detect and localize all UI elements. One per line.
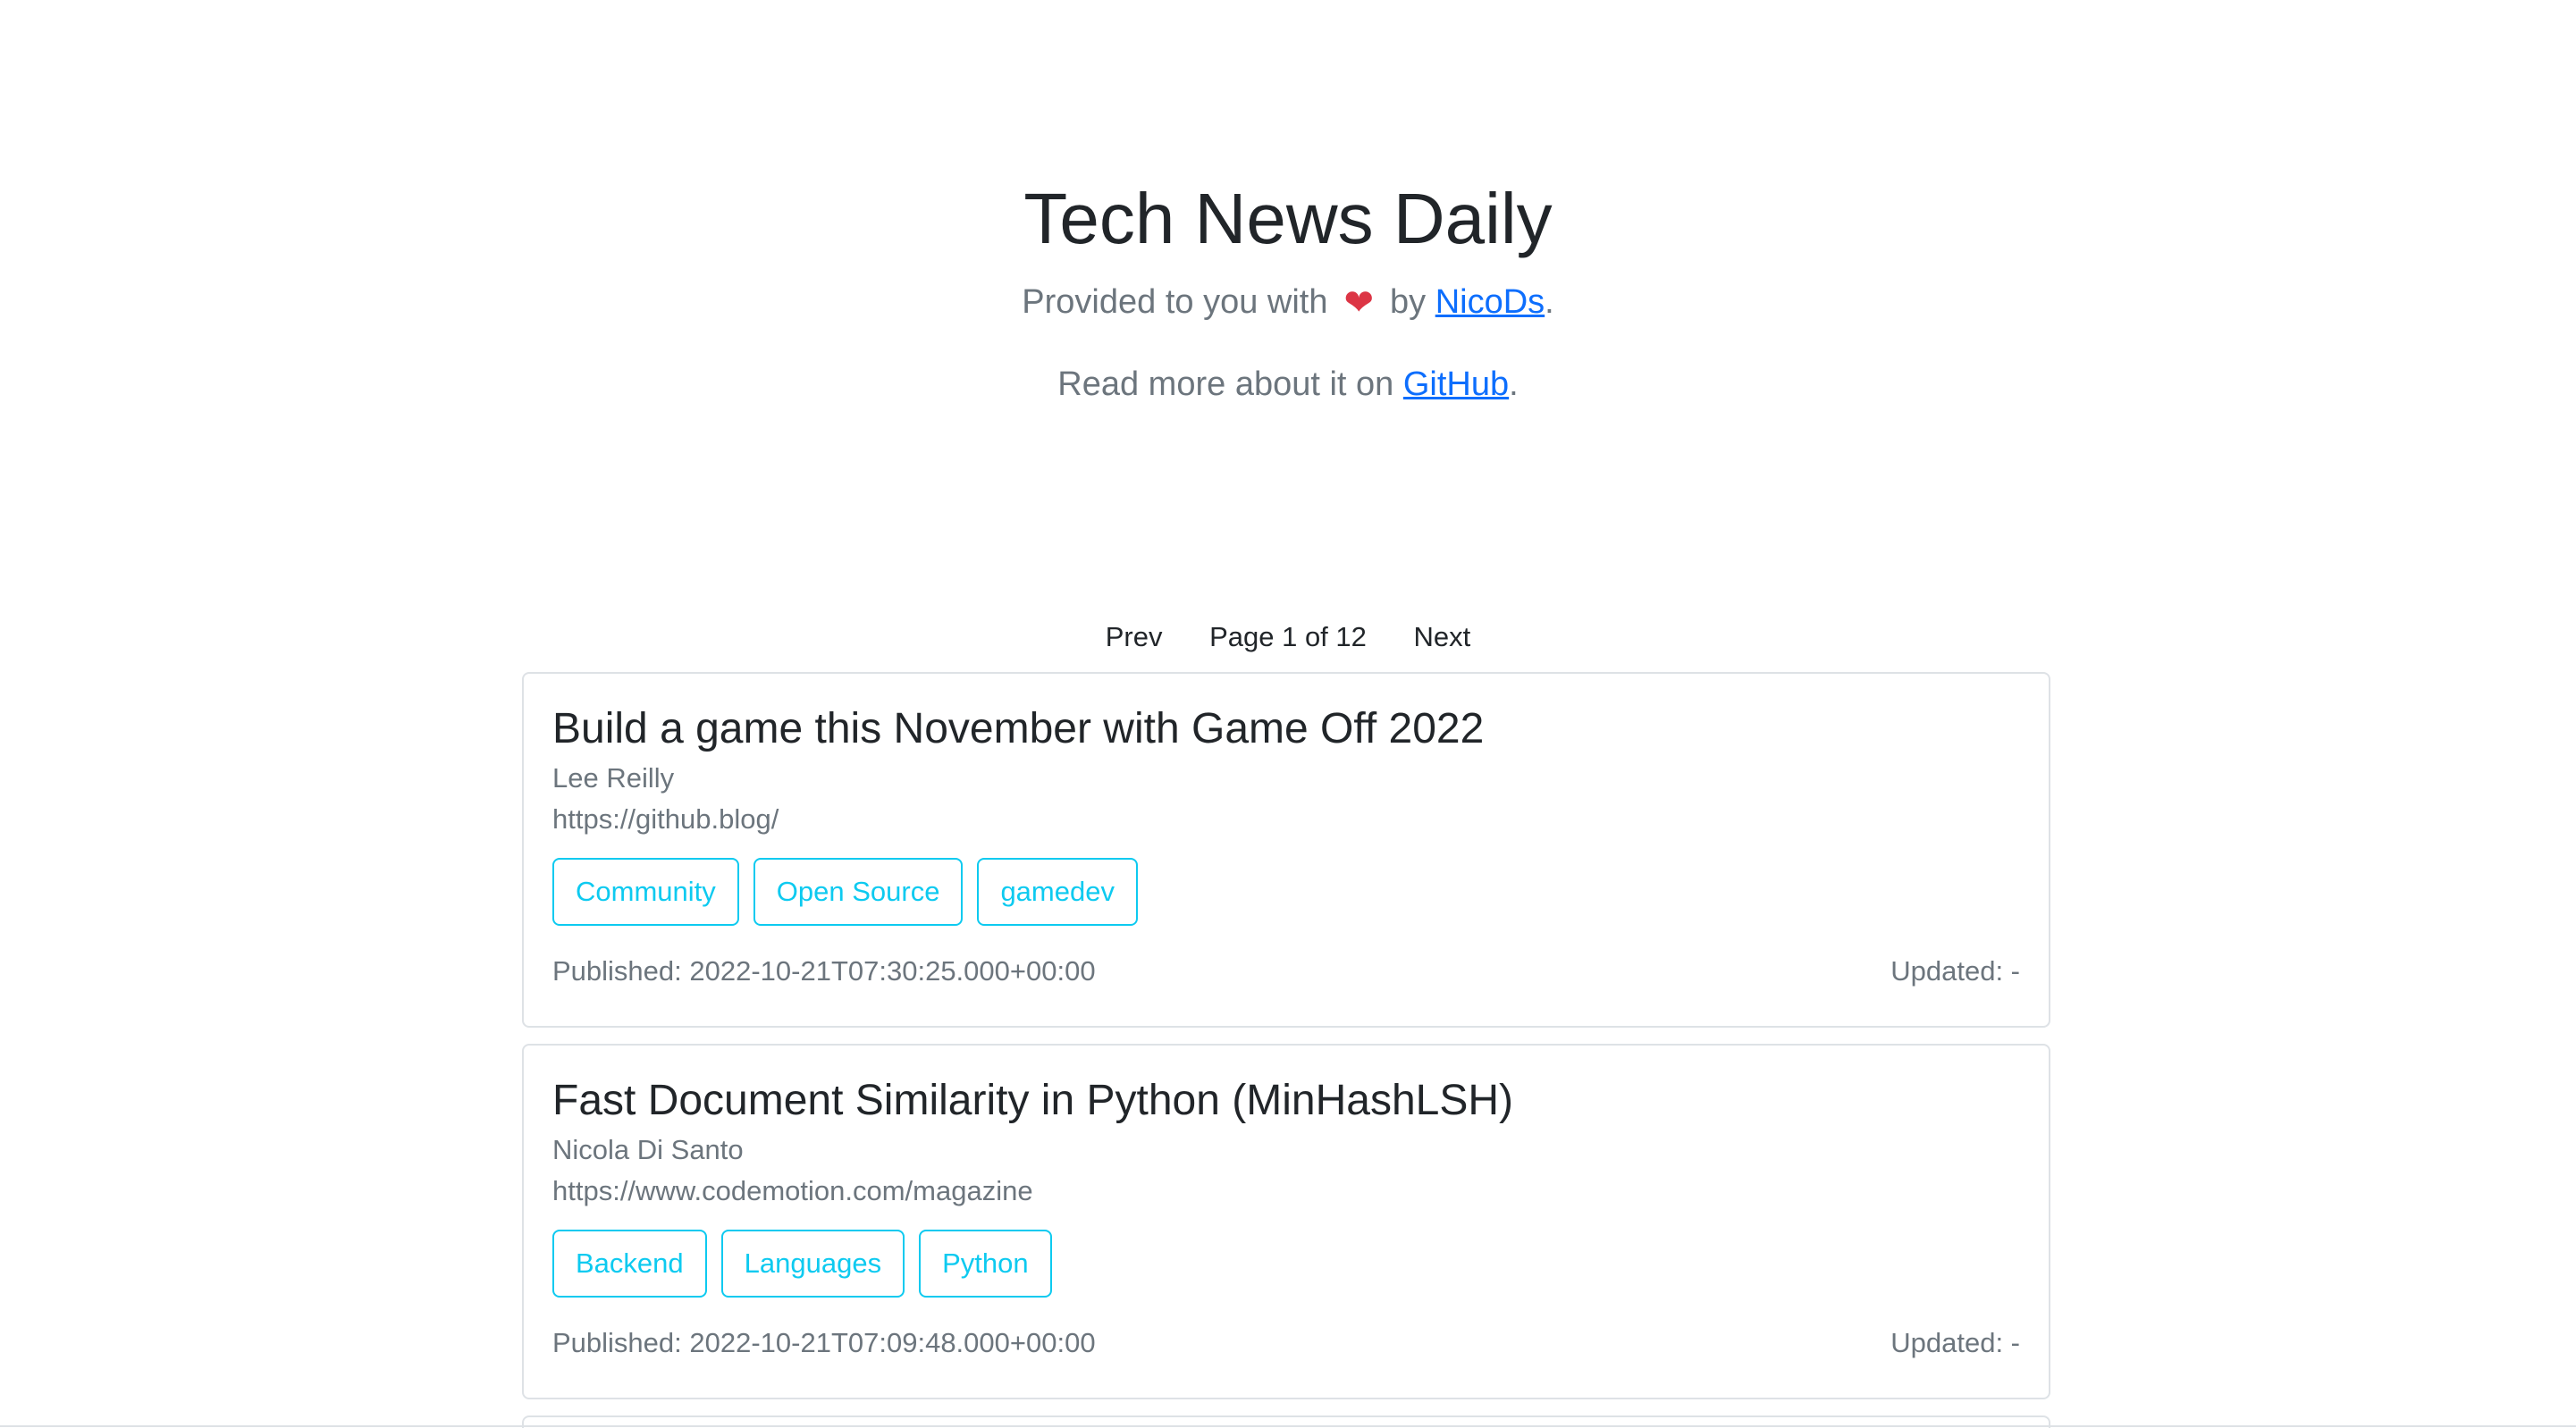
tag-button[interactable]: gamedev xyxy=(977,858,1138,926)
read-more-suffix: . xyxy=(1509,365,1519,403)
heart-icon: ❤ xyxy=(1343,283,1374,323)
provided-by-word: by xyxy=(1389,283,1427,321)
author-link[interactable]: NicoDs xyxy=(1435,283,1545,321)
updated-date: Updated: - xyxy=(1890,1327,2020,1358)
tag-button[interactable]: Languages xyxy=(720,1230,905,1298)
published-date: Published: 2022-10-21T07:09:48.000+00:00 xyxy=(552,1327,1096,1358)
prev-button[interactable]: Prev xyxy=(1106,615,1163,659)
provided-prefix: Provided to you with xyxy=(1022,283,1328,321)
article-source: https://www.codemotion.com/magazine xyxy=(552,1175,1033,1206)
article-meta: Published: 2022-10-21T07:30:25.000+00:00… xyxy=(552,951,2020,992)
article-meta: Published: 2022-10-21T07:09:48.000+00:00… xyxy=(552,1323,2020,1364)
read-more-line: Read more about it on GitHub. xyxy=(0,362,2576,407)
tag-list: Community Open Source gamedev xyxy=(552,858,2020,926)
pagination: Prev Page 1 of 12 Next xyxy=(0,615,2576,659)
article-author: Lee Reilly xyxy=(552,762,675,794)
updated-date: Updated: - xyxy=(1890,955,2020,987)
article-title[interactable]: Build a game this November with Game Off… xyxy=(552,701,2020,758)
page: Tech News Daily Provided to you with ❤ by … xyxy=(0,0,2576,1428)
github-link[interactable]: GitHub xyxy=(1403,365,1509,403)
article-list: Build a game this November with Game Off… xyxy=(522,672,2050,1428)
read-more-prefix: Read more about it on xyxy=(1057,365,1394,403)
hero-header: Tech News Daily Provided to you with ❤ by … xyxy=(0,170,2576,407)
tag-button[interactable]: Python xyxy=(919,1230,1052,1298)
article-card: Fast Document Similarity in Python (MinH… xyxy=(522,1044,2050,1399)
tag-button[interactable]: Backend xyxy=(552,1230,707,1298)
page-indicator: Page 1 of 12 xyxy=(1209,621,1367,652)
tag-list: Backend Languages Python xyxy=(552,1230,2020,1298)
next-button[interactable]: Next xyxy=(1414,615,1471,659)
provided-by-line: Provided to you with ❤ by NicoDs. xyxy=(0,279,2576,324)
published-date: Published: 2022-10-21T07:30:25.000+00:00 xyxy=(552,955,1096,987)
tag-button[interactable]: Open Source xyxy=(753,858,964,926)
article-card: Build a game this November with Game Off… xyxy=(522,672,2050,1028)
article-source: https://github.blog/ xyxy=(552,803,779,835)
viewport-divider xyxy=(0,1425,2576,1427)
article-author: Nicola Di Santo xyxy=(552,1134,744,1165)
author-suffix: . xyxy=(1545,283,1554,321)
article-title[interactable]: Fast Document Similarity in Python (MinH… xyxy=(552,1072,2020,1130)
tag-button[interactable]: Community xyxy=(552,858,739,926)
page-title: Tech News Daily xyxy=(1023,179,1553,258)
